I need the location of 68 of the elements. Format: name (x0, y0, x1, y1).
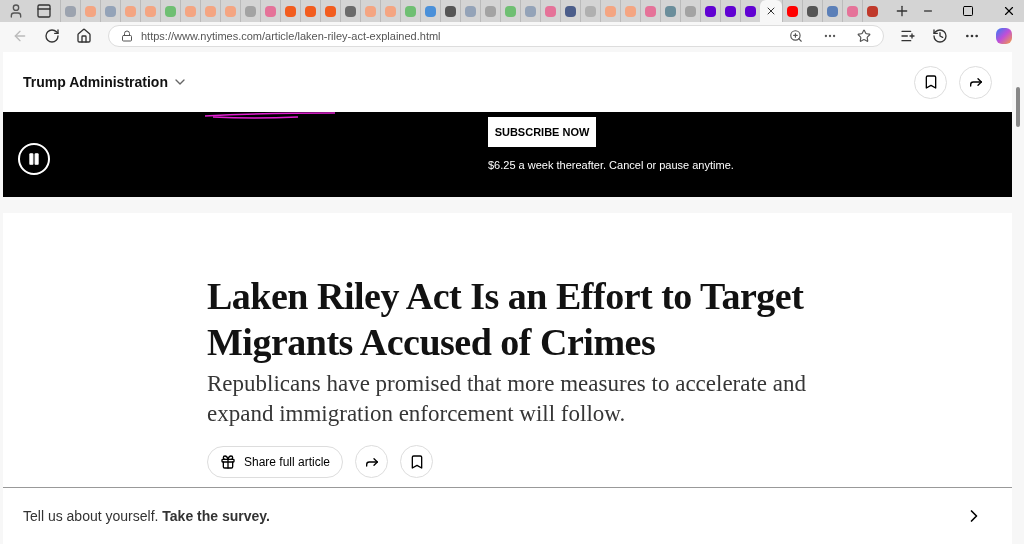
favicon-icon (565, 5, 576, 17)
favicon-icon (165, 5, 176, 17)
favicon-icon (85, 5, 96, 17)
close-window-icon[interactable] (1002, 4, 1016, 18)
favicon-icon (125, 5, 136, 17)
zoom-icon[interactable] (789, 29, 803, 43)
favicon-icon (65, 5, 76, 17)
favicon-icon (345, 5, 356, 17)
favicon-icon (185, 5, 196, 17)
favicon-icon (725, 5, 736, 17)
home-icon[interactable] (76, 28, 92, 44)
favicon-icon (545, 5, 556, 17)
favicon-icon (365, 5, 376, 17)
favicon-icon (205, 5, 216, 17)
favicon-icon (465, 5, 476, 17)
favicon-icon (847, 5, 858, 17)
favicon-icon (225, 5, 236, 17)
underline-scribble-icon (203, 112, 337, 120)
favicon-icon (485, 5, 496, 17)
favicon-icon (325, 5, 336, 17)
favicon-icon (285, 5, 296, 17)
favicon-icon (645, 5, 656, 17)
favicon-icon (105, 5, 116, 17)
url-text: https://www.nytimes.com/article/laken-riley-act-explained.html (141, 28, 441, 44)
favicon-icon (605, 5, 616, 17)
favicon-icon (787, 5, 798, 17)
lock-icon (121, 30, 133, 42)
favicon-icon (405, 5, 416, 17)
address-bar[interactable]: https://www.nytimes.com/article/laken-riley-act-explained.html (108, 25, 884, 47)
favicon-icon (525, 5, 536, 17)
favicon-icon (245, 5, 256, 17)
back-icon[interactable] (12, 28, 28, 44)
favicon-icon (585, 5, 596, 17)
favicon-icon (265, 5, 276, 17)
favicon-icon (867, 5, 878, 17)
section-label[interactable]: Trump Administration (23, 71, 168, 93)
favicon-icon (425, 5, 436, 17)
favicon-icon (505, 5, 516, 17)
favorites-icon[interactable] (900, 28, 916, 44)
article-headline: Laken Riley Act Is an Effort to Target Migrants Accused of Crimes (207, 274, 805, 365)
copilot-icon[interactable] (996, 28, 1012, 44)
favicon-icon (445, 5, 456, 17)
favicon-icon (665, 5, 676, 17)
favicon-icon (625, 5, 636, 17)
tab-actions-icon[interactable] (36, 3, 52, 19)
survey-text: Tell us about yourself. Take the survey. (23, 506, 270, 526)
subscribe-button[interactable]: SUBSCRIBE NOW (488, 117, 596, 147)
favicon-icon (685, 5, 696, 17)
gift-icon (220, 453, 236, 470)
favicon-icon (745, 5, 756, 17)
favicon-icon (807, 5, 818, 17)
favorite-icon[interactable] (857, 29, 871, 43)
close-icon[interactable] (765, 5, 777, 17)
favicon-icon (145, 5, 156, 17)
profile-icon[interactable] (8, 3, 24, 19)
pricing-note: $6.25 a week thereafter. Cancel or pause anytime. (488, 158, 734, 173)
favicon-icon (827, 5, 838, 17)
reload-icon[interactable] (44, 28, 60, 44)
article-summary: Republicans have promised that more measures to accelerate and expand immigration enforcement will follow. (207, 370, 808, 428)
history-icon[interactable] (932, 28, 948, 44)
favicon-icon (305, 5, 316, 17)
favicon-icon (385, 5, 396, 17)
favicon-icon (705, 5, 716, 17)
pause-icon (27, 151, 41, 166)
pause-button[interactable] (18, 142, 50, 175)
new-tab-icon[interactable] (894, 3, 910, 19)
browser-tab[interactable] (760, 0, 782, 22)
maximize-icon[interactable] (962, 5, 974, 17)
